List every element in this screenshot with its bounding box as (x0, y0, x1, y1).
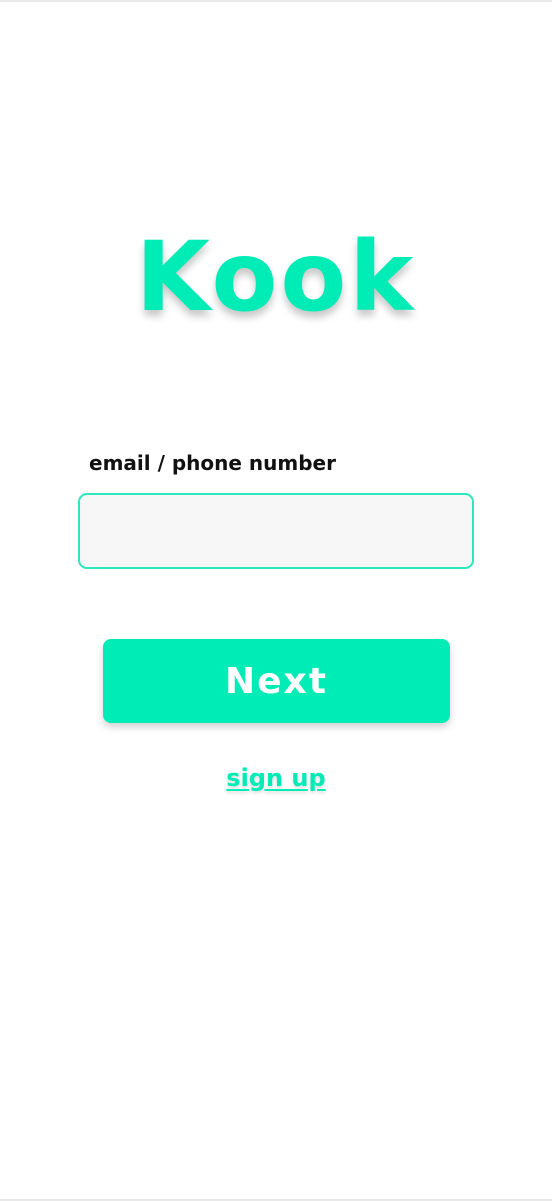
app-logo: Kook (135, 221, 417, 333)
top-edge-divider (0, 0, 552, 2)
email-phone-input[interactable] (78, 493, 474, 569)
email-phone-label: email / phone number (89, 451, 336, 475)
next-button[interactable]: Next (103, 639, 450, 723)
sign-up-link[interactable]: sign up (0, 762, 552, 794)
